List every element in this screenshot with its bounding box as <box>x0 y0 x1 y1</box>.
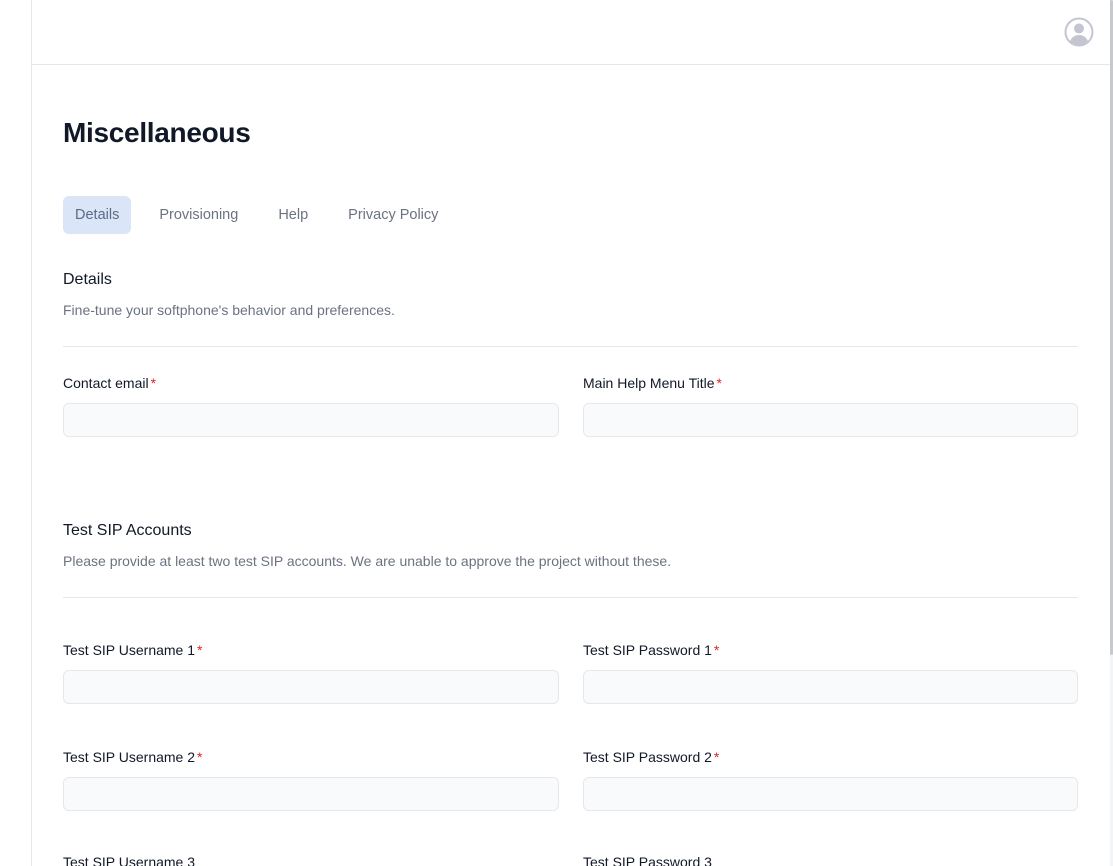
sip-username-1-label: Test SIP Username 1 * <box>63 642 202 658</box>
sip-password-3-label: Test SIP Password 3 <box>583 854 712 866</box>
required-marker: * <box>713 642 720 658</box>
sip-password-2-input[interactable] <box>583 777 1078 811</box>
main-panel: Miscellaneous Details Provisioning Help … <box>31 0 1111 866</box>
required-marker: * <box>150 375 157 391</box>
tab-details[interactable]: Details <box>63 196 132 234</box>
required-marker: * <box>197 642 203 658</box>
sip-username-3-label: Test SIP Username 3 <box>63 854 196 866</box>
sip-username-2-label: Test SIP Username 2 * <box>63 749 202 765</box>
sip-password-2-label-text: Test SIP Password 2 <box>583 749 712 765</box>
left-gutter <box>0 0 31 866</box>
sip-password-1-input[interactable] <box>583 670 1078 704</box>
details-section-description: Fine-tune your softphone's behavior and … <box>63 302 395 318</box>
sip-username-1-label-text: Test SIP Username 1 <box>63 642 196 658</box>
sip-username-2-input[interactable] <box>63 777 559 811</box>
page-title: Miscellaneous <box>63 117 251 148</box>
user-avatar-button[interactable] <box>1064 17 1094 47</box>
top-bar <box>32 0 1111 65</box>
contact-email-input[interactable] <box>63 403 559 437</box>
details-divider <box>63 346 1078 347</box>
required-marker: * <box>716 375 722 391</box>
details-section-title: Details <box>63 271 112 288</box>
help-menu-title-label: Main Help Menu Title * <box>583 375 722 391</box>
contact-email-label-text: Contact email <box>63 375 149 391</box>
tab-privacy-policy[interactable]: Privacy Policy <box>336 196 450 234</box>
sip-username-1-input[interactable] <box>63 670 559 704</box>
tab-help[interactable]: Help <box>266 196 320 234</box>
help-menu-title-label-text: Main Help Menu Title <box>583 375 715 391</box>
sip-section-description: Please provide at least two test SIP acc… <box>63 553 672 569</box>
sip-divider <box>63 597 1078 598</box>
required-marker: * <box>713 749 720 765</box>
sip-password-1-label: Test SIP Password 1 * <box>583 642 719 658</box>
sip-password-2-label: Test SIP Password 2 * <box>583 749 719 765</box>
contact-email-label: Contact email * <box>63 375 156 391</box>
sip-username-2-label-text: Test SIP Username 2 <box>63 749 196 765</box>
tab-bar: Details Provisioning Help Privacy Policy <box>63 196 466 234</box>
required-marker: * <box>197 749 203 765</box>
user-circle-icon <box>1064 17 1094 47</box>
tab-provisioning[interactable]: Provisioning <box>147 196 250 234</box>
sip-section-title: Test SIP Accounts <box>63 522 192 539</box>
sip-password-1-label-text: Test SIP Password 1 <box>583 642 712 658</box>
help-menu-title-input[interactable] <box>583 403 1078 437</box>
